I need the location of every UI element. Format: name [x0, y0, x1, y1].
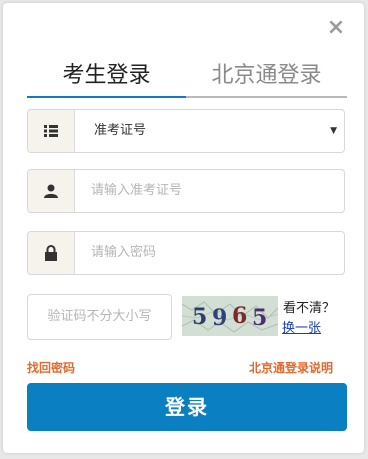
forgot-password-link[interactable]: 找回密码 — [27, 359, 75, 376]
captcha-char: 6 — [232, 303, 247, 329]
id-number-placeholder: 请输入准考证号 — [91, 183, 183, 198]
captcha-image[interactable]: 5 9 6 5 — [182, 296, 278, 336]
captcha-char: 9 — [212, 305, 227, 331]
user-icon — [28, 170, 75, 212]
lock-icon — [28, 232, 75, 274]
active-tab-indicator — [27, 96, 186, 98]
beijingtong-help-link[interactable]: 北京通登录说明 — [249, 359, 333, 376]
password-placeholder: 请输入密码 — [91, 245, 157, 260]
tab-beijingtong-login[interactable]: 北京通登录 — [186, 59, 347, 93]
login-button[interactable]: 登录 — [27, 383, 347, 431]
password-field[interactable]: 请输入密码 — [27, 231, 345, 275]
list-icon — [28, 110, 75, 152]
id-type-select[interactable]: 准考证号 ▼ — [27, 109, 345, 153]
close-icon[interactable]: × — [325, 17, 347, 39]
id-number-field[interactable]: 请输入准考证号 — [27, 169, 345, 213]
captcha-char: 5 — [252, 305, 267, 331]
inactive-tab-indicator — [186, 96, 347, 98]
captcha-char: 5 — [192, 304, 207, 330]
captcha-refresh-link[interactable]: 换一张 — [282, 317, 321, 336]
id-type-value: 准考证号 — [94, 123, 147, 138]
captcha-input[interactable]: 验证码不分大小写 — [27, 294, 172, 340]
captcha-unclear-label: 看不清？ — [283, 301, 336, 316]
tab-candidate-login[interactable]: 考生登录 — [27, 59, 186, 93]
login-panel: × 考生登录 北京通登录 准考证号 ▼ 请输入准考证号 请输入密码 验证码不分大… — [3, 3, 364, 453]
chevron-down-icon: ▼ — [330, 126, 337, 136]
